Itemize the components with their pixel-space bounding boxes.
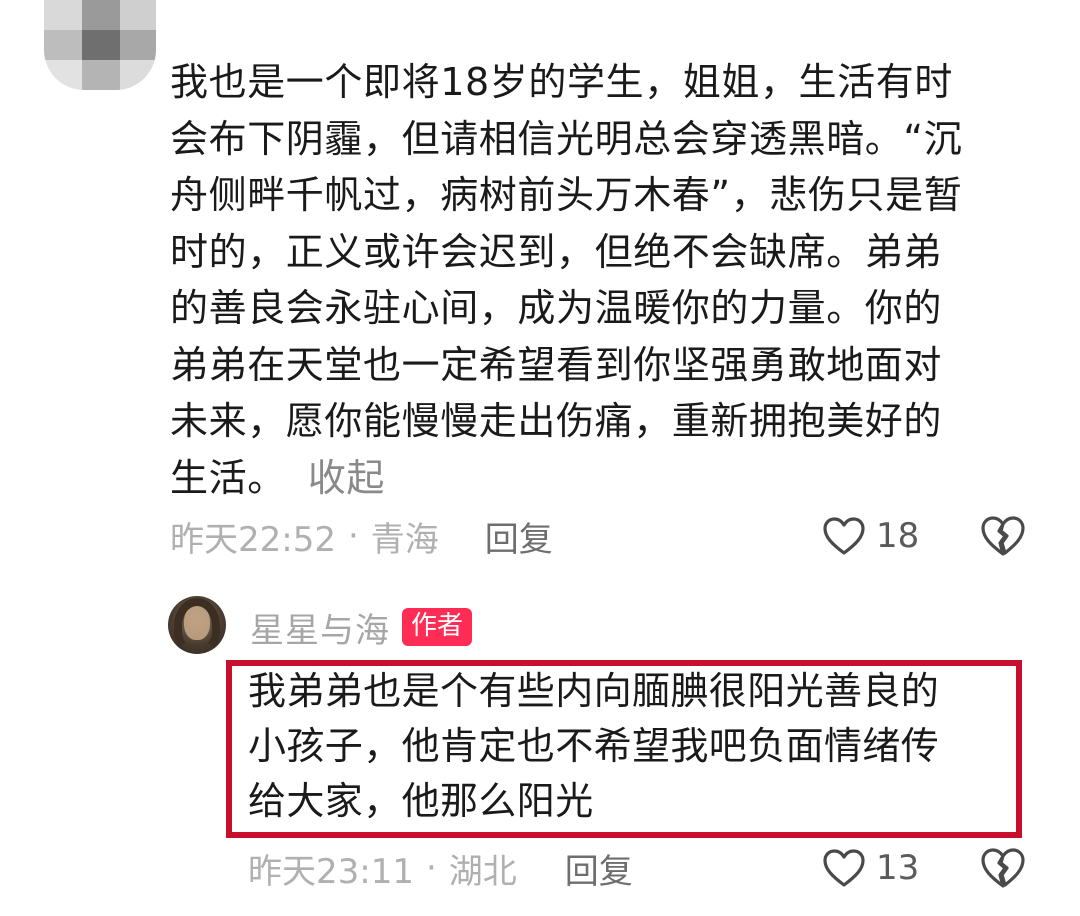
like-button[interactable]: 18 <box>822 511 919 561</box>
author-name[interactable]: 星星与海 <box>250 603 390 652</box>
comment-line: 我也是一个即将18岁的学生，姐姐，生活有时 <box>170 60 953 104</box>
comment-line: 的善良会永驻心间，成为温暖你的力量。你的 <box>170 286 943 330</box>
comment-location: 青海 <box>370 519 439 560</box>
reply-button[interactable]: 回复 <box>485 512 553 561</box>
comment-line: 会布下阴霾，但请相信光明总会穿透黑暗。“沉 <box>170 116 963 161</box>
comment-line: 未来，愿你能慢慢走出伤痛，重新拥抱美好的 <box>170 399 943 443</box>
reply-meta: 昨天23:11 · 湖北 回复 <box>248 843 633 893</box>
comment-line: 时的，正义或许会迟到，但绝不会缺席。弟弟 <box>170 229 943 274</box>
collapse-link[interactable]: 收起 <box>308 456 385 500</box>
comment-body: 我也是一个即将18岁的学生，姐姐，生活有时 会布下阴霾，但请相信光明总会穿透黑暗… <box>170 54 1050 506</box>
broken-heart-icon <box>981 516 1025 556</box>
reply-line: 小孩子，他肯定也不希望我吧负面情绪传 <box>248 724 940 768</box>
reply-location: 湖北 <box>448 851 517 892</box>
comment-line: 弟弟在天堂也一定希望看到你坚强勇敢地面对 <box>170 342 943 387</box>
like-button[interactable]: 13 <box>822 843 919 893</box>
heart-outline-icon <box>823 849 865 887</box>
broken-heart-icon <box>981 848 1025 888</box>
dislike-button[interactable] <box>980 515 1026 561</box>
comment-line: 生活。 <box>170 455 286 500</box>
comment-last-line: 生活。 收起 <box>170 450 1050 507</box>
reply-line: 给大家，他那么阳光 <box>248 779 594 823</box>
like-count: 13 <box>876 848 920 888</box>
author-avatar[interactable] <box>168 596 226 654</box>
comment-time: 昨天22:52 <box>170 519 336 560</box>
reply-line: 我弟弟也是个有些内向腼腆很阳光善良的 <box>248 669 940 713</box>
meta-separator: · <box>425 848 437 888</box>
reply-body: 我弟弟也是个有些内向腼腆很阳光善良的 小孩子，他肯定也不希望我吧负面情绪传 给大… <box>248 664 1018 829</box>
reply-button[interactable]: 回复 <box>565 844 633 893</box>
reply-time: 昨天23:11 <box>248 851 414 892</box>
avatar-hair <box>174 598 220 654</box>
like-count: 18 <box>876 516 920 556</box>
meta-separator: · <box>347 516 359 556</box>
dislike-button[interactable] <box>980 847 1026 893</box>
heart-outline-icon <box>823 517 865 555</box>
reply-header: 星星与海 作者 <box>250 602 473 652</box>
commenter-avatar[interactable] <box>44 0 156 90</box>
comment-thread: 我也是一个即将18岁的学生，姐姐，生活有时 会布下阴霾，但请相信光明总会穿透黑暗… <box>0 0 1080 916</box>
comment-line: 舟侧畔千帆过，病树前头万木春”，悲伤只是暂 <box>170 173 963 217</box>
comment-meta: 昨天22:52 · 青海 回复 <box>170 511 553 561</box>
author-badge: 作者 <box>402 608 473 646</box>
